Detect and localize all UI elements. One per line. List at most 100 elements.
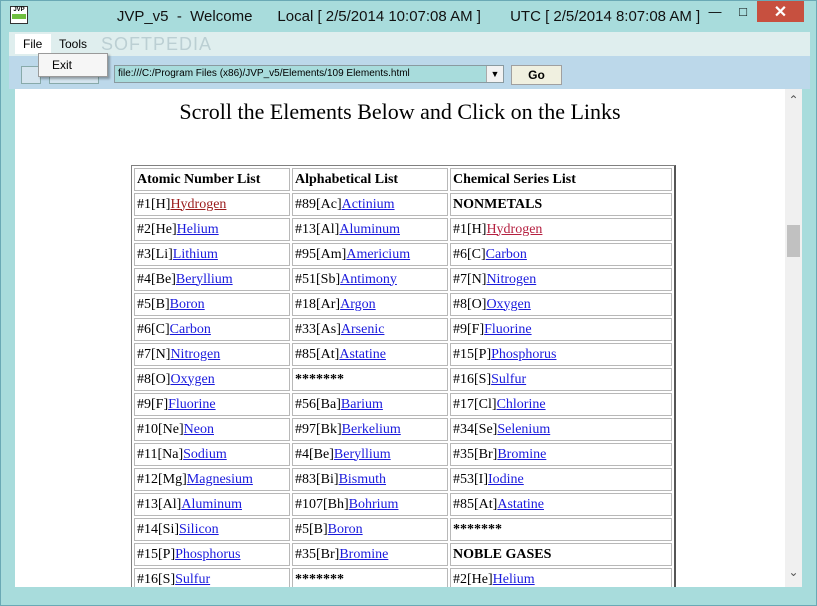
table-row: #10[Ne]Neon #97[Bk]Berkelium #34[Se]Seleni… (134, 418, 672, 441)
menu-tools[interactable]: Tools (59, 34, 87, 54)
elements-table: Atomic Number List Alphabetical List Che… (131, 165, 676, 587)
element-link[interactable]: Americium (346, 247, 410, 262)
minimize-icon[interactable]: — (701, 1, 729, 22)
title-bar[interactable]: JVP JVP_v5 - Welcome Local [ 2/5/2014 10… (1, 1, 816, 31)
menu-file[interactable]: File (15, 34, 51, 54)
address-url: file:///C:/Program Files (x86)/JVP_v5/El… (118, 68, 410, 79)
element-link[interactable]: Berkelium (342, 422, 401, 437)
scroll-down-icon[interactable]: ⌄ (785, 565, 802, 581)
element-link[interactable]: Carbon (170, 322, 211, 337)
element-symbol: #9[F] (137, 396, 169, 412)
window-title: JVP_v5 - Welcome Local [ 2/5/2014 10:07:… (116, 8, 701, 25)
element-link[interactable]: Argon (340, 297, 376, 312)
table-cell: #95[Am]Americium (292, 243, 448, 266)
table-cell: #15[P]Phosphorus (134, 543, 290, 566)
vertical-scrollbar[interactable]: ⌃ ⌄ (785, 89, 802, 587)
table-cell: #12[Mg]Magnesium (134, 468, 290, 491)
element-link[interactable]: Nitrogen (486, 272, 536, 287)
table-cell: #16[S]Sulfur (450, 368, 672, 391)
element-link[interactable]: Boron (328, 522, 363, 537)
browser-content: Scroll the Elements Below and Click on t… (15, 89, 785, 587)
series-heading: NONMETALS (453, 196, 543, 212)
table-cell: NONMETALS (450, 193, 672, 216)
element-link[interactable]: Iodine (488, 472, 524, 487)
table-cell: #53[I]Iodine (450, 468, 672, 491)
element-symbol: #35[Br] (295, 546, 340, 562)
element-link[interactable]: Phosphorus (491, 347, 556, 362)
element-link[interactable]: Bohrium (349, 497, 399, 512)
element-link[interactable]: Bromine (497, 447, 546, 462)
element-link[interactable]: Sulfur (491, 372, 526, 387)
element-link[interactable]: Oxygen (486, 297, 530, 312)
table-cell: #6[C]Carbon (450, 243, 672, 266)
element-symbol: #89[Ac] (295, 196, 342, 212)
element-link[interactable]: Fluorine (484, 322, 531, 337)
chevron-down-icon[interactable]: ▼ (486, 66, 503, 82)
element-symbol: #13[Al] (295, 221, 340, 237)
element-link[interactable]: Barium (341, 397, 383, 412)
element-link[interactable]: Astatine (497, 497, 544, 512)
column-header: Chemical Series List (450, 168, 672, 191)
element-symbol: #4[Be] (295, 446, 334, 462)
table-cell: #89[Ac]Actinium (292, 193, 448, 216)
separator-text: ******* (295, 371, 344, 387)
element-symbol: #1[H] (137, 196, 171, 212)
element-link[interactable]: Selenium (497, 422, 550, 437)
address-combo[interactable]: file:///C:/Program Files (x86)/JVP_v5/El… (114, 65, 504, 83)
element-link[interactable]: Hydrogen (486, 222, 542, 237)
table-cell: #51[Sb]Antimony (292, 268, 448, 291)
page-heading: Scroll the Elements Below and Click on t… (179, 99, 621, 124)
scroll-up-icon[interactable]: ⌃ (785, 93, 802, 109)
element-link[interactable]: Neon (184, 422, 214, 437)
element-link[interactable]: Carbon (486, 247, 527, 262)
table-cell: #6[C]Carbon (134, 318, 290, 341)
element-link[interactable]: Beryllium (176, 272, 233, 287)
close-icon[interactable]: ✕ (757, 1, 804, 22)
element-link[interactable]: Chlorine (497, 397, 546, 412)
element-link[interactable]: Oxygen (170, 372, 214, 387)
element-link[interactable]: Aluminum (181, 497, 242, 512)
element-link[interactable]: Arsenic (341, 322, 385, 337)
table-row: #16[S]Sulfur ******* #2[He]Helium (134, 568, 672, 587)
element-symbol: #12[Mg] (137, 471, 187, 487)
element-link[interactable]: Lithium (173, 247, 218, 262)
menu-item-exit[interactable]: Exit (52, 58, 72, 72)
element-link[interactable]: Helium (493, 572, 535, 587)
table-cell: #2[He]Helium (134, 218, 290, 241)
element-link[interactable]: Fluorine (168, 397, 215, 412)
element-symbol: #95[Am] (295, 246, 347, 262)
element-symbol: #53[I] (453, 471, 488, 487)
table-cell: #4[Be]Beryllium (292, 443, 448, 466)
maximize-icon[interactable]: □ (730, 1, 756, 22)
table-cell: #33[As]Arsenic (292, 318, 448, 341)
table-cell: #7[N]Nitrogen (134, 343, 290, 366)
table-cell: #97[Bk]Berkelium (292, 418, 448, 441)
element-link[interactable]: Aluminum (339, 222, 400, 237)
element-link[interactable]: Phosphorus (175, 547, 240, 562)
element-link[interactable]: Actinium (342, 197, 395, 212)
element-link[interactable]: Magnesium (187, 472, 253, 487)
element-symbol: #34[Se] (453, 421, 498, 437)
table-cell: ******* (292, 368, 448, 391)
element-link[interactable]: Nitrogen (170, 347, 220, 362)
element-link[interactable]: Sulfur (175, 572, 210, 587)
element-link[interactable]: Hydrogen (170, 197, 226, 212)
element-symbol: #8[O] (137, 371, 171, 387)
element-link[interactable]: Bromine (339, 547, 388, 562)
element-symbol: #13[Al] (137, 496, 182, 512)
element-link[interactable]: Silicon (179, 522, 219, 537)
element-link[interactable]: Boron (170, 297, 205, 312)
element-link[interactable]: Bismuth (339, 472, 386, 487)
table-cell: #35[Br]Bromine (292, 543, 448, 566)
element-link[interactable]: Astatine (339, 347, 386, 362)
table-row: #2[He]Helium #13[Al]Aluminum #1[H]Hydrogen (134, 218, 672, 241)
element-link[interactable]: Sodium (183, 447, 227, 462)
column-header: Atomic Number List (134, 168, 290, 191)
element-link[interactable]: Helium (177, 222, 219, 237)
element-link[interactable]: Antimony (340, 272, 397, 287)
element-link[interactable]: Beryllium (334, 447, 391, 462)
scrollbar-thumb[interactable] (787, 225, 800, 257)
table-cell: #10[Ne]Neon (134, 418, 290, 441)
table-cell: #9[F]Fluorine (450, 318, 672, 341)
go-button[interactable]: Go (511, 65, 562, 85)
